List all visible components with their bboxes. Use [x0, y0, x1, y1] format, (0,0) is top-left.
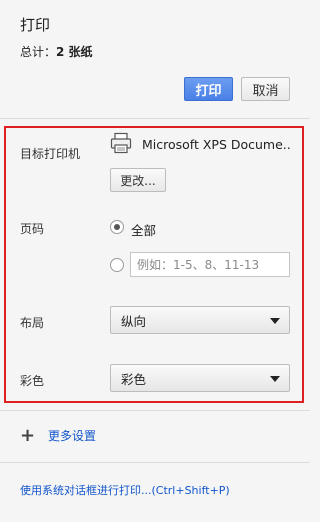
color-select[interactable]: 彩色	[110, 364, 290, 392]
pages-custom-input[interactable]	[130, 252, 290, 277]
pages-label: 页码	[20, 222, 45, 236]
layout-select[interactable]: 纵向	[110, 306, 290, 334]
sheet-summary: 总计：2 张纸	[20, 43, 93, 60]
layout-select-value: 纵向	[121, 313, 147, 329]
color-label: 彩色	[20, 374, 45, 388]
pages-all-radio[interactable]	[110, 220, 124, 234]
print-button[interactable]: 打印	[184, 77, 233, 101]
header-divider	[0, 118, 310, 119]
print-title: 打印	[20, 16, 51, 34]
cancel-button[interactable]: 取消	[241, 77, 290, 101]
settings-divider	[0, 410, 310, 411]
more-settings-label[interactable]: 更多设置	[48, 427, 96, 444]
summary-label: 总计：	[20, 45, 57, 59]
footer-divider	[0, 462, 310, 463]
destination-label: 目标打印机	[20, 147, 81, 161]
pages-all-label[interactable]: 全部	[131, 220, 156, 239]
layout-label: 布局	[20, 316, 45, 330]
printer-icon	[110, 132, 132, 154]
color-select-value: 彩色	[121, 371, 147, 387]
change-printer-button[interactable]: 更改...	[110, 168, 166, 192]
system-dialog-link[interactable]: 使用系统对话框进行打印...(Ctrl+Shift+P)	[20, 482, 230, 498]
more-settings-toggle[interactable]: + 更多设置	[20, 424, 96, 446]
dropdown-arrow-icon	[270, 318, 280, 324]
dropdown-arrow-icon	[270, 376, 280, 382]
summary-value: 2 张纸	[56, 45, 93, 59]
plus-icon: +	[20, 424, 36, 446]
pages-custom-radio[interactable]	[110, 258, 124, 272]
printer-name: Microsoft XPS Docume...	[142, 137, 292, 152]
